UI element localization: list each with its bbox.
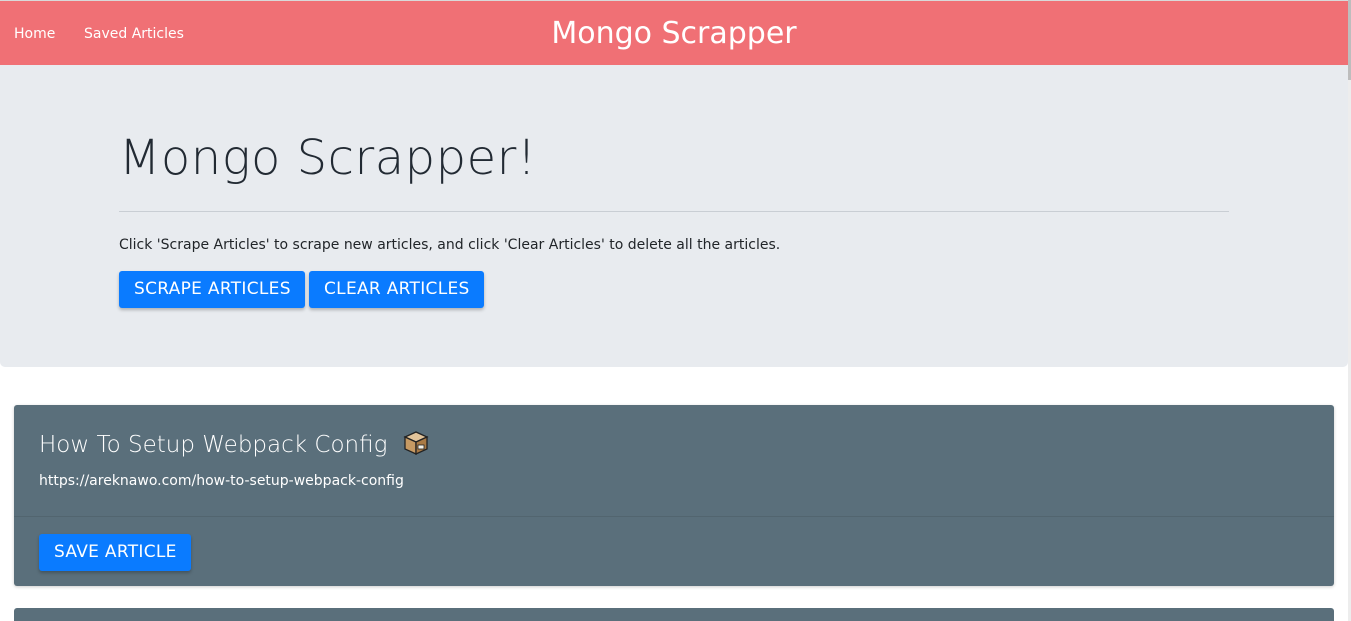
article-url[interactable]: https://areknawo.com/how-to-setup-webpac… xyxy=(39,473,404,489)
save-article-button[interactable]: SAVE ARTICLE xyxy=(39,534,191,571)
article-title: How To Setup Webpack Config xyxy=(39,430,429,459)
divider xyxy=(119,211,1229,212)
page-title: Mongo Scrapper! xyxy=(119,130,537,186)
instructions-text: Click 'Scrape Articles' to scrape new ar… xyxy=(119,237,781,253)
scrape-articles-button[interactable]: SCRAPE ARTICLES xyxy=(119,271,305,308)
card-divider xyxy=(14,516,1334,517)
clear-articles-button[interactable]: CLEAR ARTICLES xyxy=(309,271,484,308)
top-navbar: Home Saved Articles Mongo Scrapper xyxy=(0,0,1348,65)
jumbotron: Mongo Scrapper! Click 'Scrape Articles' … xyxy=(0,65,1348,367)
page: Home Saved Articles Mongo Scrapper Mongo… xyxy=(0,0,1351,621)
article-card: How To Setup Webpack Config https://arek… xyxy=(14,405,1334,586)
navbar-brand[interactable]: Mongo Scrapper xyxy=(0,16,1348,51)
article-card xyxy=(14,608,1334,621)
package-icon xyxy=(403,430,429,456)
article-title-text: How To Setup Webpack Config xyxy=(39,432,388,458)
